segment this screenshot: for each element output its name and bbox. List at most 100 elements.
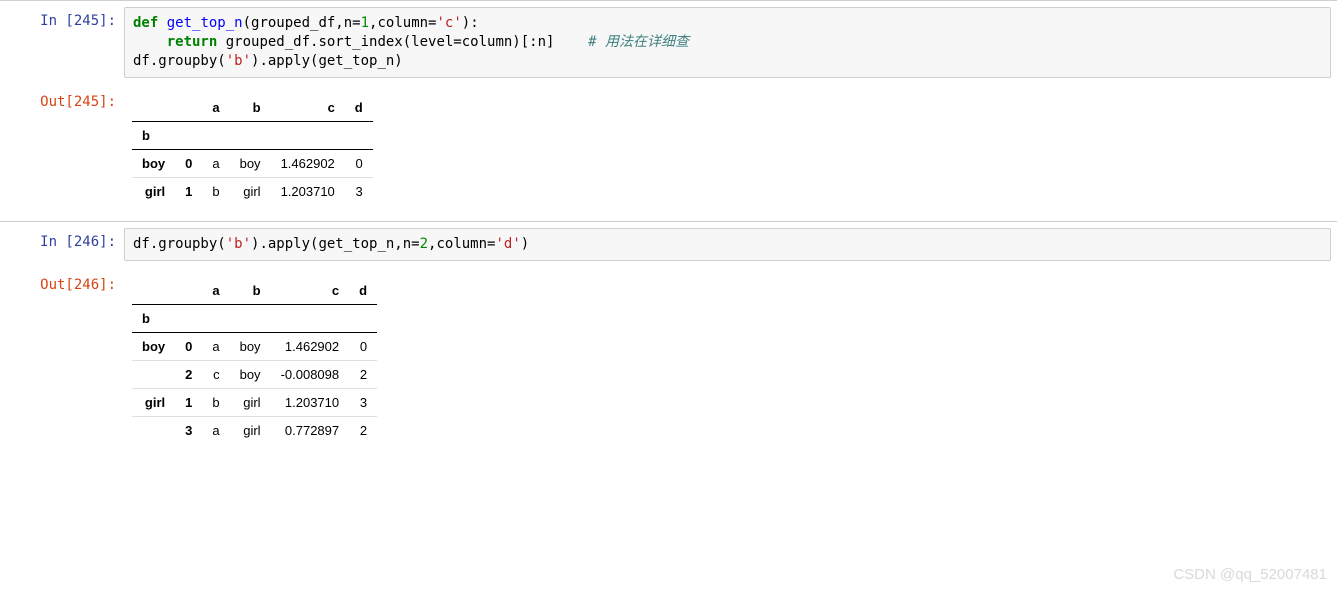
cell: a (202, 332, 229, 360)
row-index: boy (132, 332, 175, 360)
code-input[interactable]: df.groupby('b').apply(get_top_n,n=2,colu… (124, 228, 1331, 261)
row-index: girl (132, 177, 175, 205)
blank-cell (271, 121, 345, 149)
row-index: 2 (175, 360, 202, 388)
watermark: CSDN @qq_52007481 (1173, 566, 1327, 583)
code-cell: In [246]: df.groupby('b').apply(get_top_… (0, 221, 1337, 267)
blank-cell (202, 304, 229, 332)
number-literal: 2 (420, 236, 428, 252)
cell: 3 (345, 177, 373, 205)
dataframe-table: a b c d b boy 0 a (132, 277, 377, 444)
col-header (132, 277, 175, 305)
cell: 1.462902 (271, 332, 350, 360)
index-name: b (132, 304, 175, 332)
table-row: boy 0 a boy 1.462902 0 (132, 332, 377, 360)
output-area: a b c d b boy 0 a (124, 271, 1337, 460)
indent (133, 34, 167, 50)
code-text: ,column= (428, 236, 495, 252)
table-row: 2 c boy -0.008098 2 (132, 360, 377, 388)
row-index: 1 (175, 388, 202, 416)
code-text: df.groupby( (133, 236, 226, 252)
table-header-row: a b c d (132, 277, 377, 305)
row-index: 1 (175, 177, 202, 205)
cell: 1.462902 (271, 149, 345, 177)
cell: 0 (345, 149, 373, 177)
code-text: ,column= (369, 15, 436, 31)
cell: b (202, 388, 229, 416)
blank-cell (345, 121, 373, 149)
output-row: Out[245]: a b c d b (0, 84, 1337, 221)
code-text: ).apply(get_top_n,n= (251, 236, 420, 252)
cell: 2 (349, 360, 377, 388)
col-header: d (345, 94, 373, 122)
cell: 1.203710 (271, 177, 345, 205)
cell: 0 (349, 332, 377, 360)
col-header (132, 94, 175, 122)
col-header (175, 94, 202, 122)
col-header: b (230, 277, 271, 305)
cell: a (202, 416, 229, 444)
output-area: a b c d b boy 0 a (124, 88, 1337, 221)
cell: 0.772897 (271, 416, 350, 444)
cell: -0.008098 (271, 360, 350, 388)
cell: boy (230, 360, 271, 388)
blank-cell (230, 121, 271, 149)
cell: girl (230, 388, 271, 416)
col-header: c (271, 277, 350, 305)
table-header-row: a b c d (132, 94, 373, 122)
number-literal: 1 (361, 15, 369, 31)
cell: 2 (349, 416, 377, 444)
row-index: boy (132, 149, 175, 177)
blank-cell (175, 304, 202, 332)
col-header: a (202, 277, 229, 305)
col-header: a (202, 94, 229, 122)
index-name-row: b (132, 304, 377, 332)
keyword-def: def (133, 15, 158, 31)
col-header: c (271, 94, 345, 122)
col-header (175, 277, 202, 305)
blank-cell (175, 121, 202, 149)
cell: c (202, 360, 229, 388)
table-row: 3 a girl 0.772897 2 (132, 416, 377, 444)
cell: b (202, 177, 229, 205)
keyword-return: return (167, 34, 218, 50)
output-row: Out[246]: a b c d b (0, 267, 1337, 460)
string-literal: 'b' (226, 236, 251, 252)
row-index (132, 360, 175, 388)
table-row: girl 1 b girl 1.203710 3 (132, 177, 373, 205)
row-index: 0 (175, 332, 202, 360)
string-literal: 'd' (495, 236, 520, 252)
out-prompt: Out[246]: (0, 271, 124, 460)
code-text: ).apply(get_top_n) (251, 53, 403, 69)
in-prompt: In [246]: (0, 228, 124, 267)
index-name: b (132, 121, 175, 149)
index-name-row: b (132, 121, 373, 149)
row-index: 0 (175, 149, 202, 177)
cell: boy (230, 149, 271, 177)
cell: 1.203710 (271, 388, 350, 416)
code-cell: In [245]: def get_top_n(grouped_df,n=1,c… (0, 0, 1337, 84)
cell: girl (230, 416, 271, 444)
blank-cell (230, 304, 271, 332)
code-text: (grouped_df,n= (243, 15, 361, 31)
table-row: boy 0 a boy 1.462902 0 (132, 149, 373, 177)
blank-cell (202, 121, 229, 149)
cell: 3 (349, 388, 377, 416)
code-text: ): (462, 15, 479, 31)
table-row: girl 1 b girl 1.203710 3 (132, 388, 377, 416)
col-header: b (230, 94, 271, 122)
in-prompt: In [245]: (0, 7, 124, 84)
blank-cell (271, 304, 350, 332)
row-index (132, 416, 175, 444)
code-input[interactable]: def get_top_n(grouped_df,n=1,column='c')… (124, 7, 1331, 78)
cell: a (202, 149, 229, 177)
string-literal: 'c' (436, 15, 461, 31)
function-name: get_top_n (158, 15, 242, 31)
string-literal: 'b' (226, 53, 251, 69)
code-text: grouped_df.sort_index(level=column)[:n] (217, 34, 588, 50)
comment: # 用法在详细查 (588, 34, 689, 50)
code-text: ) (521, 236, 529, 252)
blank-cell (349, 304, 377, 332)
row-index: girl (132, 388, 175, 416)
out-prompt: Out[245]: (0, 88, 124, 221)
